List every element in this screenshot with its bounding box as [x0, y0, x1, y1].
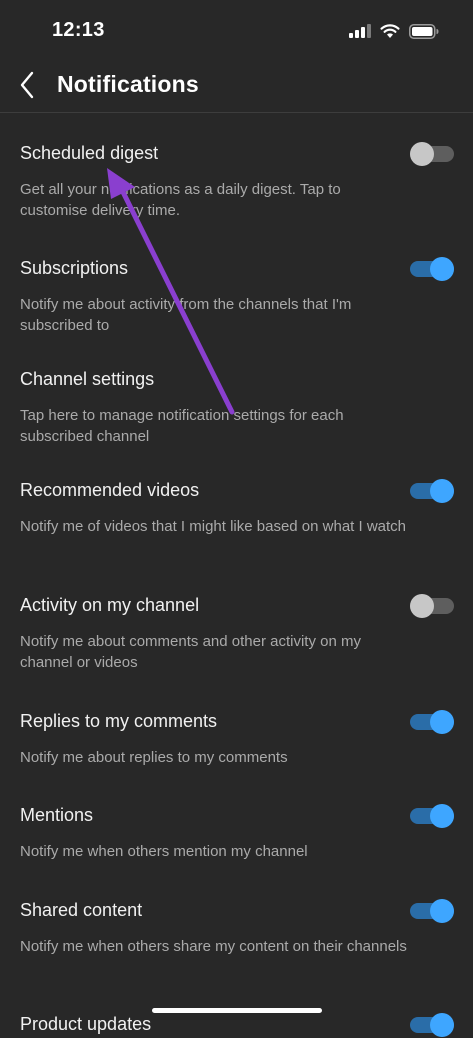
setting-description: Notify me about comments and other activ… — [20, 633, 361, 671]
toggle-knob — [430, 479, 454, 503]
product-updates-toggle[interactable] — [410, 1012, 454, 1038]
setting-title: Product updates — [20, 1014, 152, 1034]
back-button[interactable] — [12, 68, 42, 102]
setting-title: Scheduled digest — [20, 143, 159, 163]
setting-title: Activity on my channel — [20, 595, 200, 615]
page-title: Notifications — [57, 71, 199, 97]
chevron-left-icon — [20, 71, 34, 99]
toggle-knob — [410, 594, 434, 618]
subscriptions-toggle[interactable] — [410, 256, 454, 282]
shared-content-toggle[interactable] — [410, 898, 454, 924]
setting-description: Notify me when others mention my channel — [20, 843, 308, 860]
app-header: Notifications — [0, 60, 473, 113]
toggle-knob — [430, 804, 454, 828]
battery-icon — [409, 23, 439, 39]
setting-description: Get all your notifications as a daily di… — [20, 181, 341, 219]
setting-title: Mentions — [20, 805, 94, 825]
home-indicator — [152, 1008, 322, 1013]
status-icons — [349, 22, 439, 40]
setting-description: Notify me of videos that I might like ba… — [20, 518, 407, 535]
replies-to-my-comments-toggle[interactable] — [410, 709, 454, 735]
setting-title: Shared content — [20, 900, 143, 920]
toggle-knob — [430, 899, 454, 923]
setting-description: Notify me about replies to my comments — [20, 749, 288, 766]
setting-description: Notify me about activity from the channe… — [20, 296, 352, 334]
setting-title: Channel settings — [20, 369, 155, 389]
toggle-knob — [430, 1013, 454, 1037]
mentions-toggle[interactable] — [410, 803, 454, 829]
status-bar: 12:13 — [0, 0, 473, 60]
activity-on-my-channel-toggle[interactable] — [410, 593, 454, 619]
setting-title: Replies to my comments — [20, 711, 218, 731]
toggle-knob — [430, 710, 454, 734]
toggle-knob — [430, 257, 454, 281]
recommended-videos-toggle[interactable] — [410, 478, 454, 504]
scheduled-digest-toggle[interactable] — [410, 141, 454, 167]
setting-title: Subscriptions — [20, 258, 129, 278]
cellular-signal-icon — [349, 24, 371, 38]
setting-title: Recommended videos — [20, 480, 200, 500]
wifi-icon — [380, 23, 400, 38]
toggle-knob — [410, 142, 434, 166]
setting-description: Tap here to manage notification settings… — [20, 407, 344, 445]
setting-description: Notify me when others share my content o… — [20, 938, 407, 955]
status-time: 12:13 — [52, 19, 105, 41]
